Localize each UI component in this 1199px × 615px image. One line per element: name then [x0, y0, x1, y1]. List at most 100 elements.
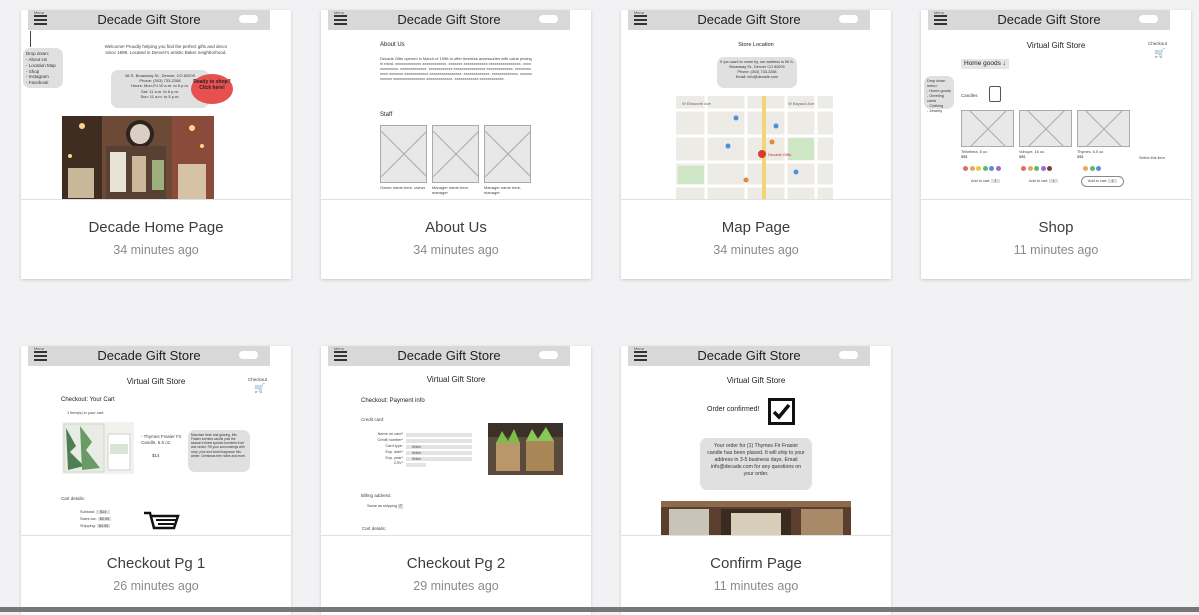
- card-timestamp: 11 minutes ago: [1013, 243, 1099, 257]
- about-heading: About Us: [380, 42, 405, 48]
- store-name: Decade Gift Store: [97, 348, 201, 363]
- card-timestamp: 34 minutes ago: [113, 243, 199, 257]
- store-name: Decade Gift Store: [397, 348, 501, 363]
- product-placeholder: [961, 110, 1014, 147]
- payment-field-labels: Name on card* Credit number* Card type: …: [361, 432, 403, 467]
- store-name: Decade Gift Store: [697, 348, 801, 363]
- store-photo: [661, 501, 851, 535]
- wireframe-header: Menu Decade Gift Store: [328, 10, 570, 30]
- store-name: Decade Gift Store: [697, 12, 801, 27]
- staff-photo-placeholder: [484, 125, 531, 183]
- project-card-checkout-1[interactable]: Menu Decade Gift Store Virtual Gift Stor…: [21, 346, 291, 615]
- product-name: - Thymes Frasier Fir Candle, 6.5 oz.: [141, 434, 182, 445]
- search-pill: [839, 15, 858, 23]
- add-to-cart-selected: Add to cart: 1: [1081, 176, 1124, 187]
- card-title[interactable]: Confirm Page: [621, 555, 891, 572]
- project-card-home[interactable]: Menu Decade Gift Store Drop down: - Abou…: [21, 10, 291, 279]
- exp-year-select: Select: [406, 457, 472, 461]
- thumbnail[interactable]: Menu Decade Gift Store Store Location If…: [621, 10, 891, 200]
- cart-count: 1 item(s) in your cart: [67, 410, 104, 415]
- cart-heading: Checkout: Your Cart: [61, 397, 115, 403]
- card-title[interactable]: Checkout Pg 1: [21, 555, 291, 572]
- color-swatch: [1027, 166, 1033, 171]
- thumbnail[interactable]: Menu Decade Gift Store Virtual Gift Stor…: [21, 346, 291, 536]
- card-title[interactable]: Map Page: [621, 219, 891, 236]
- staff-name: Manager name here, manager: [484, 185, 522, 195]
- checkout-label: Checkout: [1148, 41, 1168, 46]
- project-card-shop[interactable]: Menu Decade Gift Store Virtual Gift Stor…: [921, 10, 1191, 279]
- shopping-cart-icon: [144, 511, 180, 530]
- billing-label: Billing address:: [361, 493, 392, 498]
- add-to-cart: Add to cart: 1: [971, 179, 1000, 184]
- add-to-cart: Add to cart: 1: [1029, 179, 1058, 184]
- location-heading: Store Location: [738, 42, 774, 48]
- same-as-shipping: Same as shipping ✓: [367, 503, 404, 509]
- product-description: Mountain fresh and glowing, this Frasier…: [188, 430, 250, 472]
- staff-photo-placeholder: [380, 125, 427, 183]
- color-swatch: [1096, 166, 1101, 171]
- virtual-store-title: Virtual Gift Store: [426, 375, 486, 384]
- card-type-select: Select: [406, 445, 472, 449]
- cart-icon: 🛒: [254, 383, 266, 393]
- color-swatch: [1089, 166, 1095, 171]
- card-timestamp: 11 minutes ago: [713, 579, 799, 593]
- map-image: W Ellsworth Ave W Bayaud Ave Decade Gift…: [676, 96, 833, 199]
- csv-input: [406, 463, 426, 467]
- staff-name: Owner name here, owner: [380, 185, 426, 190]
- project-card-checkout-2[interactable]: Menu Decade Gift Store Virtual Gift Stor…: [321, 346, 591, 615]
- swatch-row: [1021, 166, 1052, 171]
- card-timestamp: 29 minutes ago: [413, 579, 499, 593]
- product-photo: [488, 423, 563, 475]
- checkmark-icon: [768, 398, 795, 425]
- welcome-text: Welcome! Proudly helping you find the pe…: [104, 44, 228, 55]
- dropdown-note: Drop down: - About Us - Location Map - S…: [23, 48, 63, 88]
- project-card-confirm[interactable]: Menu Decade Gift Store Virtual Gift Stor…: [621, 346, 891, 615]
- staff-heading: Staff: [380, 112, 393, 118]
- thumbnail[interactable]: Menu Decade Gift Store Drop down: - Abou…: [21, 10, 291, 200]
- tax-row: Sales tax: $0.95: [80, 517, 112, 521]
- arrow-icon: [30, 31, 31, 47]
- color-swatch: [969, 166, 975, 171]
- select-note: Select this item: [1139, 156, 1165, 160]
- product-placeholder: [1077, 110, 1130, 147]
- card-title[interactable]: Checkout Pg 2: [321, 555, 591, 572]
- search-pill: [239, 351, 258, 359]
- checkbox-icon: ✓: [398, 503, 404, 509]
- card-timestamp: 26 minutes ago: [113, 579, 199, 593]
- about-body: Decade Gifts opened in March of 1998 to …: [380, 56, 533, 81]
- color-swatch: [1040, 166, 1046, 171]
- credit-number-input: [406, 439, 472, 443]
- card-title[interactable]: About Us: [321, 219, 591, 236]
- cart-details-heading: Cart details:: [362, 526, 387, 531]
- search-pill: [1139, 15, 1158, 23]
- thumbnail[interactable]: Menu Decade Gift Store Virtual Gift Stor…: [921, 10, 1191, 200]
- wireframe-header: Menu Decade Gift Store: [628, 10, 870, 30]
- card-title[interactable]: Decade Home Page: [21, 219, 291, 236]
- color-swatch: [989, 166, 994, 171]
- color-swatch: [1021, 166, 1026, 171]
- wireframe-header: Menu Decade Gift Store: [28, 10, 270, 30]
- svg-text:Decade Gifts: Decade Gifts: [768, 152, 791, 157]
- order-confirmed-text: Order confirmed!: [707, 406, 760, 413]
- name-on-card-input: [406, 433, 472, 437]
- product-price: $14: [152, 453, 160, 458]
- wireframe-header: Menu Decade Gift Store: [28, 346, 270, 366]
- shipping-row: Shipping: $4.95: [80, 524, 111, 528]
- category-dropdown: Home goods ↓: [961, 59, 1009, 70]
- location-info: If you want to come by, our address is 5…: [717, 57, 797, 88]
- card-timestamp: 34 minutes ago: [713, 243, 799, 257]
- thumbnail[interactable]: Menu Decade Gift Store Virtual Gift Stor…: [321, 346, 591, 536]
- store-name: Decade Gift Store: [997, 12, 1101, 27]
- product-name: Volvupe, 16 oz. $$$: [1019, 150, 1045, 159]
- thumbnail[interactable]: Menu Decade Gift Store About Us Decade G…: [321, 10, 591, 200]
- thumbnail[interactable]: Menu Decade Gift Store Virtual Gift Stor…: [621, 346, 891, 536]
- subcategory-label: Candles: [961, 93, 978, 98]
- project-card-map[interactable]: Menu Decade Gift Store Store Location If…: [621, 10, 891, 279]
- wireframe-header: Menu Decade Gift Store: [328, 346, 570, 366]
- color-swatch: [976, 166, 981, 171]
- staff-name: Manager name here, manager: [432, 185, 470, 195]
- card-title[interactable]: Shop: [921, 219, 1191, 236]
- project-card-about[interactable]: Menu Decade Gift Store About Us Decade G…: [321, 10, 591, 279]
- color-swatch: [982, 166, 988, 171]
- svg-text:W Bayaud Ave: W Bayaud Ave: [788, 101, 815, 106]
